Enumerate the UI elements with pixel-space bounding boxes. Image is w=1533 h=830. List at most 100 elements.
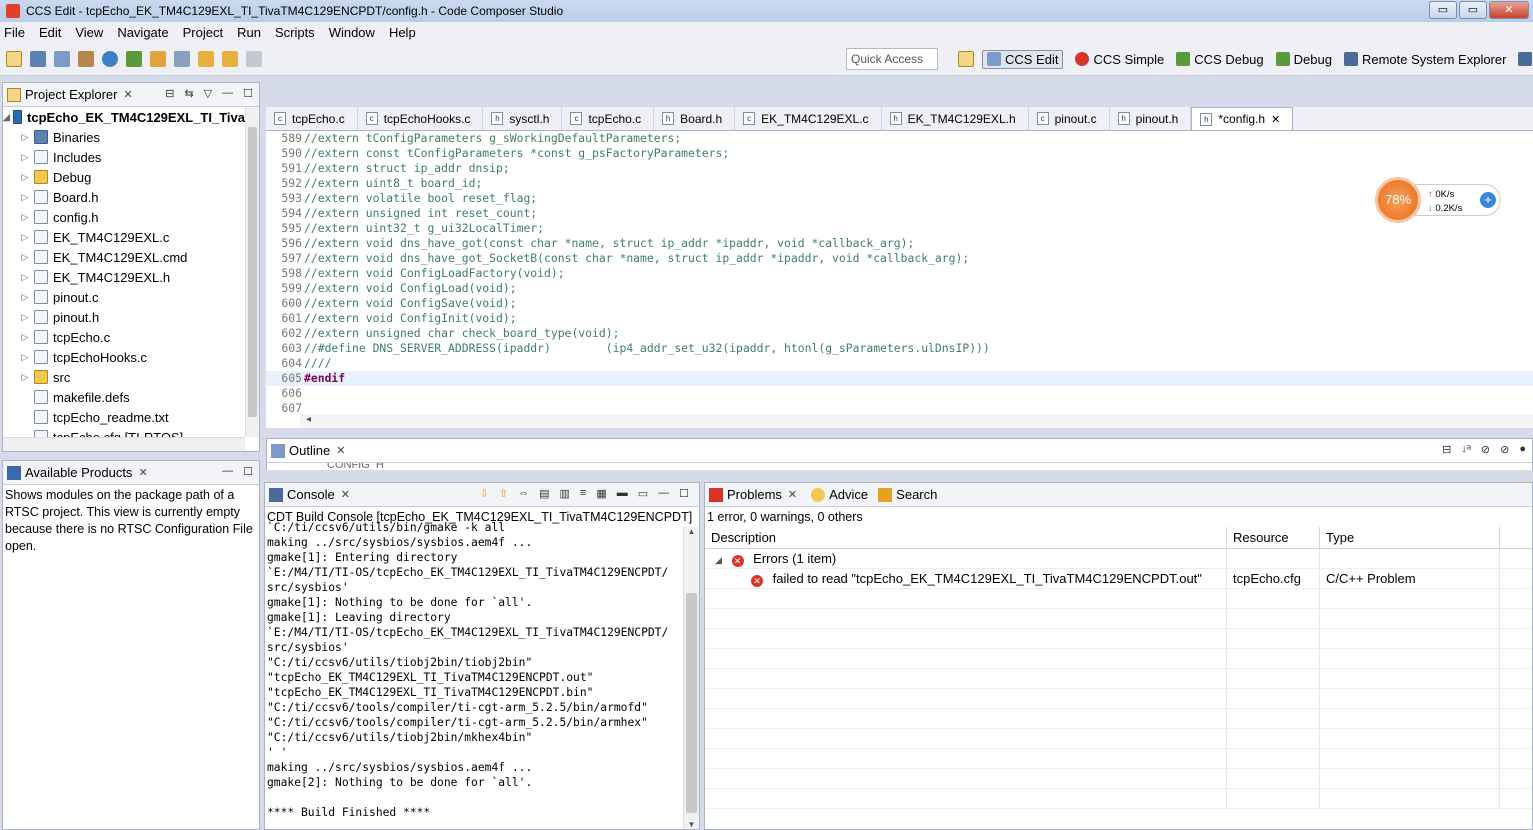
outline-partial-item[interactable]: CONFIG_H [267,463,1532,469]
perspective-ccs-debug[interactable]: CCS Debug [1176,52,1264,67]
copy-icon[interactable]: ▤ [539,487,549,500]
menu-navigate[interactable]: Navigate [117,25,168,40]
code-line[interactable]: 595//extern uint32_t g_ui32LocalTimer; [266,221,1533,236]
expand-arrow-icon[interactable]: ▷ [19,352,31,363]
perspective-ccs-edit[interactable]: CCS Edit [982,49,1064,69]
collapse-all-icon[interactable]: ⊟ [1442,443,1451,456]
hide-static-icon[interactable]: ⊘ [1500,443,1509,456]
tree-item[interactable]: ▷ Debug [3,167,245,187]
close-icon[interactable]: ✕ [123,88,132,101]
outline-title[interactable]: Outline [289,443,330,458]
project-explorer-hscrollbar[interactable] [3,437,245,451]
close-tab-icon[interactable]: ✕ [1271,113,1280,126]
code-line[interactable]: 597//extern void dns_have_got_SocketB(co… [266,251,1533,266]
code-line[interactable]: 601//extern void ConfigInit(void); [266,311,1533,326]
tree-item[interactable]: ▷ EK_TM4C129EXL.c [3,227,245,247]
menu-file[interactable]: File [4,25,25,40]
code-line[interactable]: 602//extern unsigned char check_board_ty… [266,326,1533,341]
close-icon[interactable]: ✕ [336,444,345,457]
save-icon[interactable] [30,50,46,67]
minimize-icon[interactable]: — [658,487,669,500]
project-explorer-scrollbar[interactable] [245,107,259,437]
scroll-up-arrow-icon[interactable]: ▲ [684,527,699,536]
scroll-down-arrow-icon[interactable]: ▼ [684,820,699,829]
console-scrollbar[interactable]: ▲ ▼ [683,527,699,829]
tree-item[interactable]: ▷ EK_TM4C129EXL.cmd [3,247,245,267]
code-editor[interactable]: 589//extern tConfigParameters g_sWorking… [266,131,1533,428]
editor-hscrollbar[interactable]: ◂ [300,414,1533,428]
close-button[interactable]: ✕ [1489,1,1529,19]
minimize-button[interactable]: ▭ [1429,1,1457,19]
code-line[interactable]: 591//extern struct ip_addr dnsip; [266,161,1533,176]
code-line[interactable]: 600//extern void ConfigSave(void); [266,296,1533,311]
collapse-all-icon[interactable]: ⊟ [165,87,174,100]
tab-advice[interactable]: Advice [829,487,868,502]
menu-window[interactable]: Window [329,25,375,40]
editor-tab[interactable]: c pinout.c [1029,107,1110,130]
tree-item[interactable]: ▷ config.h [3,207,245,227]
build-hammer-icon[interactable] [78,50,94,67]
forward-arrow-icon[interactable] [246,50,262,67]
tab-problems[interactable]: Problems [727,487,782,502]
menu-scripts[interactable]: Scripts [275,25,315,40]
code-line[interactable]: 590//extern const tConfigParameters *con… [266,146,1533,161]
code-line[interactable]: 596//extern void dns_have_got(const char… [266,236,1533,251]
menu-help[interactable]: Help [389,25,416,40]
tree-item[interactable]: tcpEcho_readme.txt [3,407,245,427]
column-type[interactable]: Type [1320,527,1500,548]
code-line[interactable]: 604//// [266,356,1533,371]
menu-run[interactable]: Run [237,25,261,40]
close-icon[interactable]: ✕ [138,466,147,479]
expand-arrow-icon[interactable]: ▷ [19,272,31,283]
scroll-thumb[interactable] [248,127,257,417]
new-icon[interactable] [6,50,22,67]
hide-fields-icon[interactable]: ⊘ [1481,443,1490,456]
back-arrow-icon[interactable] [222,50,238,67]
tree-item[interactable]: ▷ Binaries [3,127,245,147]
open-perspective-icon[interactable] [958,51,974,67]
maximize-icon[interactable]: ☐ [243,465,253,478]
expand-arrow-icon[interactable]: ▷ [19,172,31,183]
save-all-icon[interactable] [54,50,70,67]
expand-arrow-icon[interactable]: ▷ [19,312,31,323]
editor-tab[interactable]: c EK_TM4C129EXL.c [735,107,882,130]
terminal-icon[interactable] [174,50,190,67]
editor-tab[interactable]: c tcpEchoHooks.c [358,107,484,130]
collapse-arrow-icon[interactable]: ◢ [3,112,10,123]
collapse-arrow-icon[interactable]: ◢ [715,555,722,565]
expand-arrow-icon[interactable]: ▷ [19,212,31,223]
display-console-icon[interactable]: ▬ [617,487,628,500]
project-explorer-title[interactable]: Project Explorer [25,87,117,102]
close-icon[interactable]: ✕ [788,488,797,501]
word-wrap-icon[interactable]: ≡ [580,487,586,500]
editor-tab[interactable]: h sysctl.h [483,107,563,130]
maximize-icon[interactable]: ☐ [679,487,689,500]
expand-arrow-icon[interactable]: ▷ [19,292,31,303]
available-products-title[interactable]: Available Products [25,465,132,480]
tree-item[interactable]: ▷ tcpEcho.c [3,327,245,347]
expand-arrow-icon[interactable]: ▷ [19,192,31,203]
tree-item[interactable]: ▷ pinout.c [3,287,245,307]
scroll-lock-icon[interactable]: ⇔ [518,487,529,500]
clear-console-icon[interactable]: ▥ [559,487,569,500]
code-line[interactable]: 593//extern volatile bool reset_flag; [266,191,1533,206]
editor-tab[interactable]: h *config.h ✕ [1191,107,1294,130]
menu-view[interactable]: View [75,25,103,40]
expand-arrow-icon[interactable]: ▷ [19,132,31,143]
code-line[interactable]: 599//extern void ConfigLoad(void); [266,281,1533,296]
expand-arrow-icon[interactable]: ▷ [19,152,31,163]
tree-item[interactable]: ▷ EK_TM4C129EXL.h [3,267,245,287]
expand-arrow-icon[interactable]: ▷ [19,332,31,343]
perspective-more[interactable]: R [1518,52,1533,67]
maximize-button[interactable]: ▭ [1459,1,1487,19]
perspective-debug[interactable]: Debug [1275,52,1332,67]
perspective-ccs-simple[interactable]: CCS Simple [1075,52,1164,67]
column-resource[interactable]: Resource [1227,527,1320,548]
console-output[interactable]: `C:/ti/ccsv6/utils/bin/gmake -k all makin… [265,520,683,829]
column-description[interactable]: Description [705,527,1227,548]
tree-item[interactable]: ▷ pinout.h [3,307,245,327]
maximize-icon[interactable]: ☐ [243,87,253,100]
sort-icon[interactable]: ↓ᵃ [1461,443,1471,456]
tree-item[interactable]: ▷ src [3,367,245,387]
link-editor-icon[interactable]: ⇆ [184,87,193,100]
